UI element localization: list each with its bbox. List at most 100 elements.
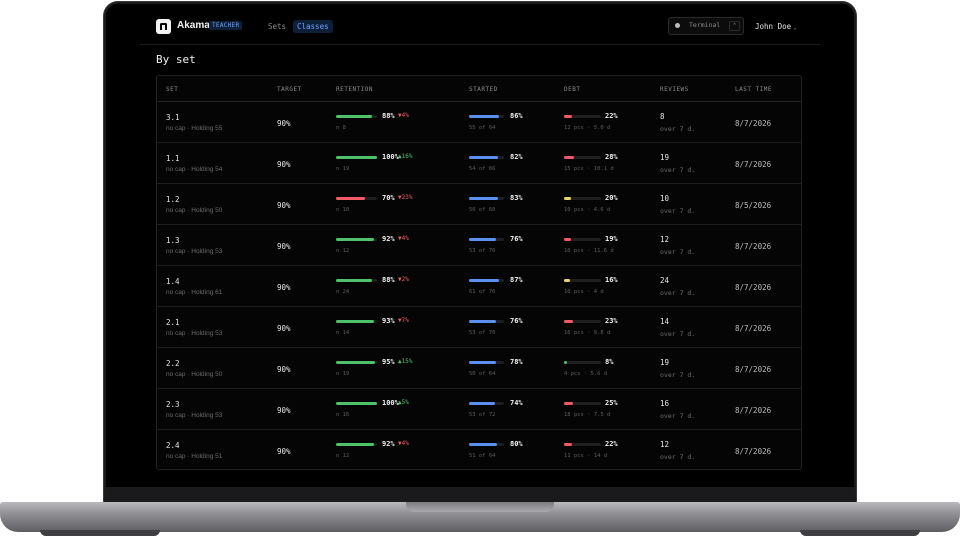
started-count: 53 of 72 [469, 412, 496, 418]
started-bar-fill [469, 361, 497, 364]
retention-bar [336, 320, 377, 323]
retention-value: 70% [382, 194, 395, 202]
reviews-period: over 7 d. [660, 166, 696, 174]
started-bar-fill [469, 279, 500, 282]
started-bar-fill [469, 115, 500, 118]
logo-icon[interactable] [156, 19, 171, 34]
table-row[interactable]: 1.4 no cap · Holding 61 90% 88% ▼2% n 24… [157, 266, 801, 307]
debt-value: 23% [605, 317, 618, 325]
table-row[interactable]: 2.2 no cap · Holding 50 90% 95% ▲15% n 1… [157, 348, 801, 389]
header-set[interactable]: SET [166, 86, 178, 93]
set-holding: no cap · Holding 54 [166, 166, 223, 173]
debt-bar [564, 197, 601, 200]
table-row[interactable]: 1.3 no cap · Holding 53 90% 92% ▼4% n 12… [157, 225, 801, 266]
retention-bar-fill [336, 115, 373, 118]
started-bar-fill [469, 238, 496, 241]
retention-delta: ▼7% [398, 317, 409, 324]
last-time-value: 8/7/2026 [735, 365, 772, 374]
header-last-time[interactable]: LAST TIME [735, 86, 772, 93]
target-value: 90% [277, 324, 291, 333]
retention-bar [336, 238, 377, 241]
debt-value: 22% [605, 440, 618, 448]
laptop-foot [40, 530, 160, 536]
target-value: 90% [277, 201, 291, 210]
reviews-count: 12 [660, 440, 670, 449]
reviews-period: over 7 d. [660, 125, 696, 133]
set-holding: no cap · Holding 50 [166, 371, 223, 378]
theme-toggle[interactable]: Terminal ⌃ [668, 17, 744, 35]
retention-delta: ▲16% [398, 153, 413, 160]
tab-classes[interactable]: Classes [293, 20, 333, 33]
reviews-period: over 7 d. [660, 207, 696, 215]
debt-value: 16% [605, 276, 618, 284]
header-retention[interactable]: RETENTION [336, 86, 373, 93]
reviews-count: 16 [660, 399, 670, 408]
debt-detail: 16 pcs · 9.8 d [564, 330, 611, 336]
header-started[interactable]: STARTED [469, 86, 498, 93]
started-value: 87% [510, 276, 523, 284]
retention-bar [336, 197, 377, 200]
debt-bar [564, 279, 601, 282]
set-name[interactable]: 1.2 [166, 195, 180, 204]
set-name[interactable]: 1.4 [166, 277, 180, 286]
reviews-count: 19 [660, 358, 670, 367]
debt-bar-fill [564, 197, 572, 200]
reviews-count: 8 [660, 112, 665, 121]
reviews-period: over 7 d. [660, 412, 696, 420]
debt-detail: 10 pcs · 4.6 d [564, 207, 611, 213]
target-value: 90% [277, 160, 291, 169]
started-count: 50 of 60 [469, 207, 496, 213]
user-menu[interactable]: John Doe ⌄ [755, 22, 797, 31]
set-name[interactable]: 3.1 [166, 113, 180, 122]
retention-bar-fill [336, 156, 377, 159]
started-bar [469, 402, 504, 405]
table-header: SET TARGET RETENTION STARTED DEBT REVIEW… [157, 76, 801, 102]
retention-value: 88% [382, 112, 395, 120]
set-name[interactable]: 2.1 [166, 318, 180, 327]
retention-sample-size: n 10 [336, 207, 350, 213]
debt-value: 20% [605, 194, 618, 202]
debt-value: 8% [605, 358, 614, 366]
debt-detail: 11 pcs · 14 d [564, 453, 608, 459]
set-name[interactable]: 1.1 [166, 154, 180, 163]
table-row[interactable]: 1.2 no cap · Holding 50 90% 70% ▼23% n 1… [157, 184, 801, 225]
set-name[interactable]: 2.2 [166, 359, 180, 368]
table-row[interactable]: 2.3 no cap · Holding 53 90% 100% ▲5% n 1… [157, 389, 801, 430]
started-bar-fill [469, 320, 496, 323]
retention-delta: ▲5% [398, 399, 409, 406]
laptop-notch [406, 502, 554, 512]
debt-bar-fill [564, 361, 567, 364]
retention-bar-fill [336, 320, 375, 323]
retention-bar [336, 361, 377, 364]
target-value: 90% [277, 447, 291, 456]
retention-value: 100% [382, 153, 399, 161]
debt-value: 28% [605, 153, 618, 161]
last-time-value: 8/7/2026 [735, 447, 772, 456]
started-count: 55 of 64 [469, 125, 496, 131]
set-name[interactable]: 2.3 [166, 400, 180, 409]
retention-value: 100% [382, 399, 399, 407]
table-row[interactable]: 2.4 no cap · Holding 51 90% 92% ▼4% n 12… [157, 430, 801, 471]
set-name[interactable]: 2.4 [166, 441, 180, 450]
started-count: 53 of 70 [469, 330, 496, 336]
header-reviews[interactable]: REVIEWS [660, 86, 689, 93]
reviews-count: 12 [660, 235, 670, 244]
tab-sets[interactable]: Sets [264, 20, 290, 33]
laptop-hinge [106, 487, 854, 503]
retention-sample-size: n 12 [336, 248, 350, 254]
started-count: 61 of 70 [469, 289, 496, 295]
target-value: 90% [277, 119, 291, 128]
started-value: 83% [510, 194, 523, 202]
user-name: John Doe [755, 22, 792, 31]
started-bar-fill [469, 443, 497, 446]
table-row[interactable]: 3.1 no cap · Holding 55 90% 88% ▼4% n 8 … [157, 102, 801, 143]
table-row[interactable]: 1.1 no cap · Holding 54 90% 100% ▲16% n … [157, 143, 801, 184]
debt-detail: 12 pcs · 5.0 d [564, 125, 611, 131]
started-value: 74% [510, 399, 523, 407]
table-row[interactable]: 2.1 no cap · Holding 53 90% 93% ▼7% n 14… [157, 307, 801, 348]
header-target[interactable]: TARGET [277, 86, 302, 93]
set-name[interactable]: 1.3 [166, 236, 180, 245]
header-debt[interactable]: DEBT [564, 86, 580, 93]
started-count: 50 of 64 [469, 371, 496, 377]
theme-dot-icon [675, 23, 680, 28]
